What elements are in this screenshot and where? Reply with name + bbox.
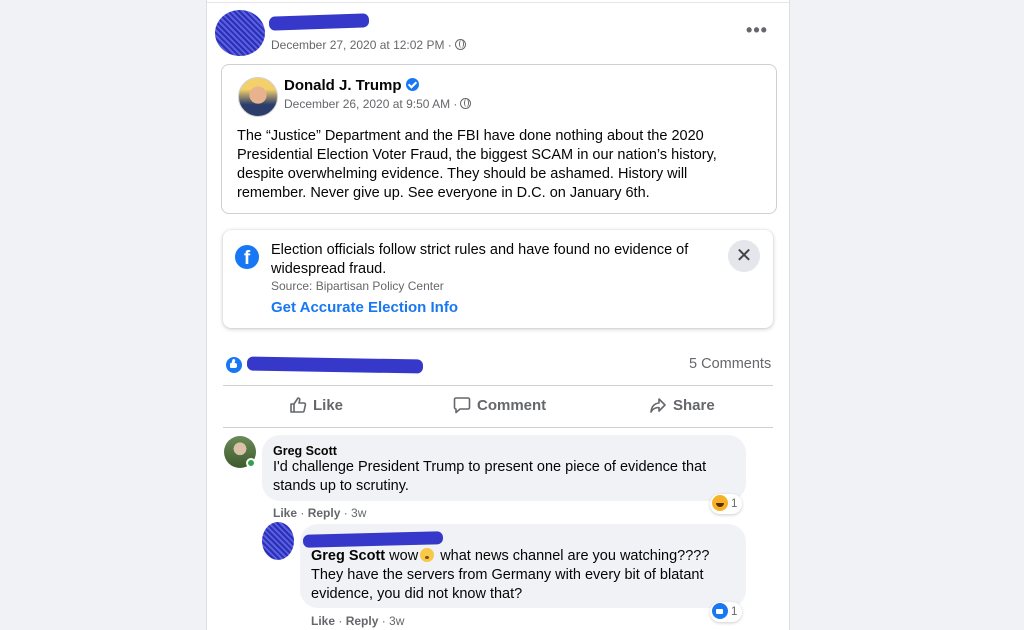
comment-text: I'd challenge President Trump to present… <box>273 459 707 494</box>
comment-button-label[interactable]: Comment <box>477 397 546 414</box>
online-status-icon <box>246 458 256 468</box>
facebook-icon: f <box>235 245 259 269</box>
commenter-name[interactable]: Greg Scott <box>273 444 337 458</box>
redacted-avatar[interactable] <box>262 522 294 560</box>
divider <box>223 427 773 428</box>
reply-actions: Like · Reply · 3w <box>311 614 405 628</box>
reply-text: Greg Scott wow what news channel are you… <box>311 547 731 604</box>
mention-link[interactable]: Greg Scott <box>311 548 385 564</box>
more-options-button[interactable]: ••• <box>743 21 771 46</box>
like-reaction-icon <box>712 603 728 619</box>
author-avatar[interactable] <box>238 77 278 117</box>
like-button-label[interactable]: Like <box>313 397 343 414</box>
comment-reply-button[interactable]: Reply <box>308 506 341 520</box>
share-button[interactable]: Share <box>649 394 715 418</box>
reply-age[interactable]: · 3w <box>382 614 405 628</box>
reply-like-button[interactable]: Like <box>311 614 335 628</box>
shared-author-name[interactable]: Donald J. Trump <box>284 77 402 94</box>
divider <box>223 385 773 386</box>
reaction-count[interactable]: 1 <box>731 498 737 510</box>
redacted-poster-name[interactable] <box>268 13 370 31</box>
reply-reply-button[interactable]: Reply <box>346 614 379 628</box>
thumbs-up-icon <box>290 397 307 413</box>
shared-post[interactable]: Donald J. Trump December 26, 2020 at 9:5… <box>221 64 777 214</box>
reply-text-part: wow <box>389 548 419 564</box>
comments-count[interactable]: 5 Comments <box>689 356 771 372</box>
close-icon[interactable]: ✕ <box>728 240 760 272</box>
fact-check-source: Source: Bipartisan Policy Center <box>271 279 444 293</box>
comment-icon <box>453 397 471 414</box>
post-timestamp-text[interactable]: December 27, 2020 at 12:02 PM · <box>271 38 452 52</box>
divider <box>207 2 789 3</box>
share-button-label[interactable]: Share <box>673 397 715 414</box>
verified-badge-icon <box>405 78 419 91</box>
haha-reaction-icon <box>712 495 728 511</box>
globe-icon <box>460 98 472 109</box>
shared-author[interactable]: Donald J. Trump <box>284 77 419 94</box>
globe-icon <box>454 39 466 50</box>
comment-age[interactable]: · 3w <box>344 506 367 520</box>
comment-like-button[interactable]: Like <box>273 506 297 520</box>
post-timestamp[interactable]: December 27, 2020 at 12:02 PM · <box>271 38 466 52</box>
comment-actions: Like · Reply · 3w <box>273 506 367 520</box>
fact-check-notice: f Election officials follow strict rules… <box>223 230 773 328</box>
reply-reactions[interactable]: 1 <box>710 602 743 622</box>
like-reaction-icon[interactable] <box>225 356 243 374</box>
comment-reactions[interactable]: 1 <box>710 494 743 514</box>
shared-post-body: The “Justice” Department and the FBI hav… <box>237 128 717 201</box>
flushed-face-icon <box>420 548 435 562</box>
comment-button[interactable]: Comment <box>453 394 546 418</box>
like-button[interactable]: Like <box>289 394 343 418</box>
redacted-avatar[interactable] <box>215 10 265 56</box>
post-card: December 27, 2020 at 12:02 PM · ••• Dona… <box>206 0 790 630</box>
shared-timestamp-text[interactable]: December 26, 2020 at 9:50 AM · <box>284 97 457 111</box>
reaction-count[interactable]: 1 <box>731 606 737 618</box>
election-info-link[interactable]: Get Accurate Election Info <box>271 299 458 316</box>
fact-check-text: Election officials follow strict rules a… <box>271 242 689 277</box>
share-icon <box>650 398 666 413</box>
redacted-reactors[interactable] <box>246 356 424 374</box>
shared-timestamp[interactable]: December 26, 2020 at 9:50 AM · <box>284 97 472 111</box>
